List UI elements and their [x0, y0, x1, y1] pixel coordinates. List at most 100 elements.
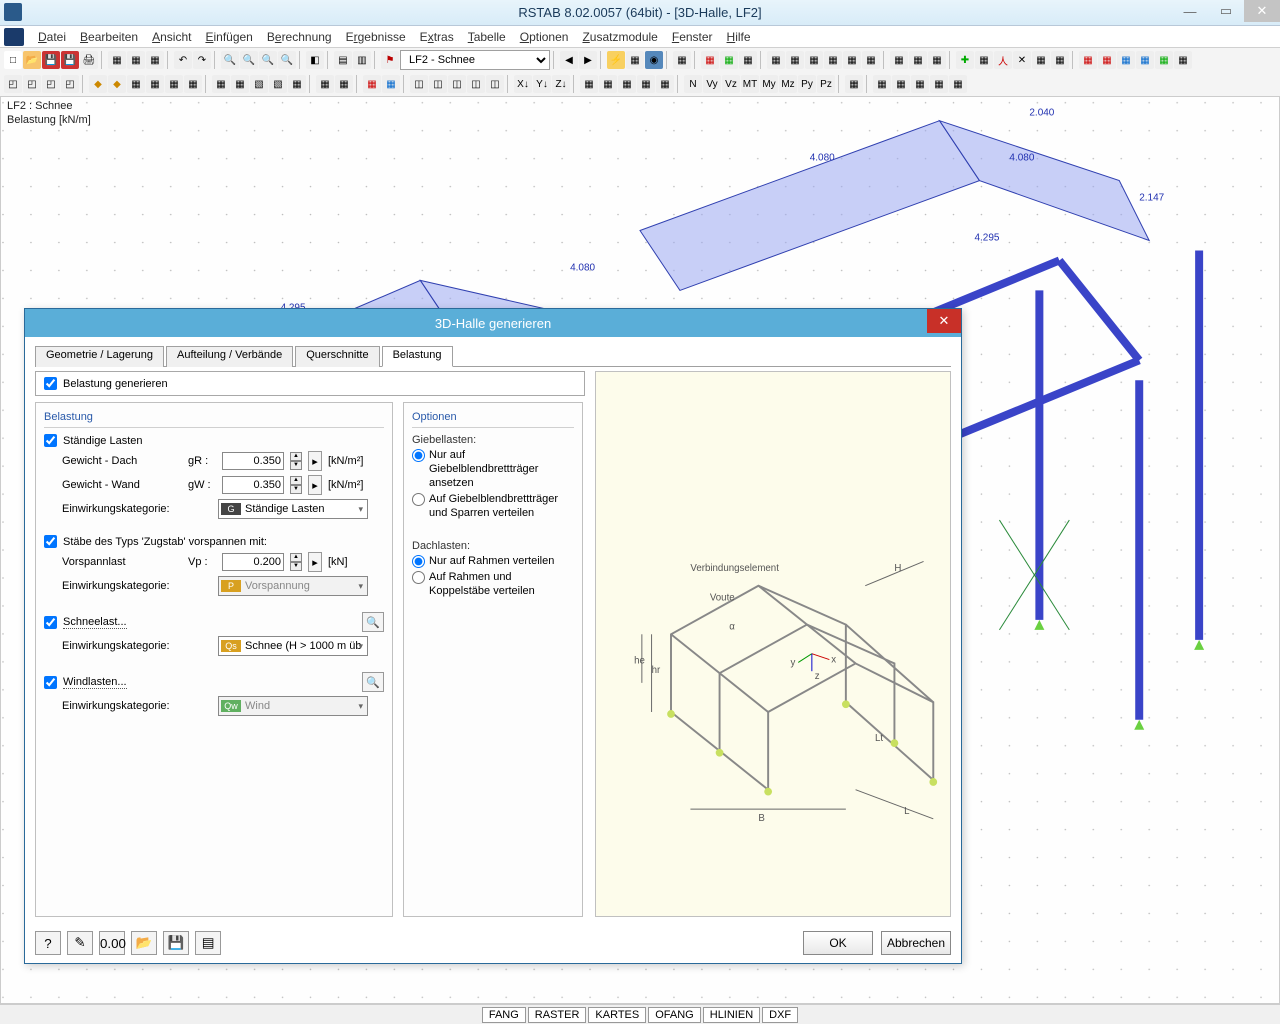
menu-optionen[interactable]: Optionen — [514, 28, 575, 46]
toolbar-calc-icon[interactable]: ▦ — [626, 51, 644, 69]
toolbar-btn[interactable]: ▦ — [618, 75, 636, 93]
toolbar-btn[interactable]: ▦ — [212, 75, 230, 93]
toolbar-force-mz-icon[interactable]: Mz — [779, 75, 797, 93]
tab-belastung[interactable]: Belastung — [382, 346, 453, 367]
menu-einfuegen[interactable]: Einfügen — [199, 28, 258, 46]
toolbar-btn[interactable]: ▦ — [949, 75, 967, 93]
ok-button[interactable]: OK — [803, 931, 873, 955]
snow-category-combo[interactable]: QsSchnee (H > 1000 m üb — [218, 636, 368, 656]
toolbar-btn[interactable]: ▦ — [930, 75, 948, 93]
menu-extras[interactable]: Extras — [414, 28, 460, 46]
toolbar-force-n-icon[interactable]: N — [684, 75, 702, 93]
menu-berechnung[interactable]: Berechnung — [261, 28, 338, 46]
toolbar-btn[interactable]: ▦ — [805, 51, 823, 69]
toolbar-btn[interactable]: ▦ — [127, 51, 145, 69]
permanent-checkbox[interactable] — [44, 434, 57, 447]
toolbar-lc-icon[interactable]: ⚑ — [381, 51, 399, 69]
wall-weight-input[interactable] — [222, 476, 284, 494]
toolbar-btn[interactable]: ▦ — [975, 51, 993, 69]
toolbar-nav-first-icon[interactable]: ◀ — [560, 51, 578, 69]
toolbar-btn[interactable]: ▦ — [656, 75, 674, 93]
toolbar-btn[interactable]: 人 — [994, 51, 1012, 69]
tab-aufteilung[interactable]: Aufteilung / Verbände — [166, 346, 293, 367]
generate-checkbox[interactable] — [44, 377, 57, 390]
toolbar-view-icon[interactable]: ◫ — [448, 75, 466, 93]
close-button[interactable]: ✕ — [1244, 0, 1280, 22]
prestress-category-combo[interactable]: PVorspannung — [218, 576, 368, 596]
perm-category-combo[interactable]: GStändige Lasten — [218, 499, 368, 519]
dach-radio-1[interactable] — [412, 555, 425, 568]
toolbar-btn[interactable]: ▦ — [1174, 51, 1192, 69]
dialog-close-button[interactable]: ✕ — [927, 309, 961, 333]
toolbar-btn[interactable]: ◰ — [61, 75, 79, 93]
menu-zusatzmodule[interactable]: Zusatzmodule — [576, 28, 663, 46]
footer-folder-icon[interactable]: 📂 — [131, 931, 157, 955]
toolbar-btn[interactable]: ▦ — [739, 51, 757, 69]
menu-ansicht[interactable]: Ansicht — [146, 28, 197, 46]
toolbar-save2-icon[interactable]: 💾 — [61, 51, 79, 69]
minimize-button[interactable]: — — [1172, 0, 1208, 22]
toolbar-axis-x-icon[interactable]: X↓ — [514, 75, 532, 93]
toolbar-view-icon[interactable]: ◫ — [410, 75, 428, 93]
prestress-spinner[interactable]: ▲▼ — [290, 553, 302, 571]
menu-fenster[interactable]: Fenster — [666, 28, 719, 46]
toolbar-btn[interactable]: ▦ — [335, 75, 353, 93]
prestress-checkbox[interactable] — [44, 535, 57, 548]
toolbar-force-my-icon[interactable]: My — [760, 75, 778, 93]
toolbar-btn[interactable]: ▦ — [363, 75, 381, 93]
toolbar-btn[interactable]: ▦ — [127, 75, 145, 93]
status-raster[interactable]: RASTER — [528, 1007, 587, 1023]
toolbar-btn[interactable]: ▦ — [231, 75, 249, 93]
toolbar-btn[interactable]: ▦ — [843, 51, 861, 69]
toolbar-btn[interactable]: ▦ — [873, 75, 891, 93]
loadcase-combo[interactable]: LF2 - Schnee — [400, 50, 550, 70]
wind-checkbox[interactable] — [44, 676, 57, 689]
toolbar-save-icon[interactable]: 💾 — [42, 51, 60, 69]
toolbar-btn[interactable]: ▦ — [316, 75, 334, 93]
toolbar-force-pz-icon[interactable]: Pz — [817, 75, 835, 93]
toolbar-btn[interactable]: ▦ — [911, 75, 929, 93]
toolbar-btn[interactable]: ▦ — [1079, 51, 1097, 69]
toolbar-zoom-icon[interactable]: 🔍 — [240, 51, 258, 69]
toolbar-zoom-icon[interactable]: 🔍 — [259, 51, 277, 69]
status-fang[interactable]: FANG — [482, 1007, 526, 1023]
toolbar-zoom-icon[interactable]: 🔍 — [278, 51, 296, 69]
status-ofang[interactable]: OFANG — [648, 1007, 701, 1023]
toolbar-btn[interactable]: ▦ — [720, 51, 738, 69]
toolbar-btn[interactable]: ▦ — [637, 75, 655, 93]
menu-hilfe[interactable]: Hilfe — [721, 28, 757, 46]
prestress-pick-icon[interactable]: ▸ — [308, 552, 322, 572]
toolbar-btn[interactable]: ▦ — [580, 75, 598, 93]
wind-link[interactable]: Windlasten... — [63, 676, 127, 689]
toolbar-btn[interactable]: ◧ — [306, 51, 324, 69]
tab-geometrie[interactable]: Geometrie / Lagerung — [35, 346, 164, 367]
toolbar-force-py-icon[interactable]: Py — [798, 75, 816, 93]
cancel-button[interactable]: Abbrechen — [881, 931, 951, 955]
toolbar-btn[interactable]: ▦ — [1098, 51, 1116, 69]
toolbar-view-icon[interactable]: ◫ — [429, 75, 447, 93]
toolbar-btn[interactable]: ✚ — [956, 51, 974, 69]
toolbar-btn[interactable]: ▦ — [1051, 51, 1069, 69]
toolbar-new-icon[interactable]: □ — [4, 51, 22, 69]
toolbar-btn[interactable]: ▦ — [824, 51, 842, 69]
toolbar-btn[interactable]: ▦ — [599, 75, 617, 93]
toolbar-btn[interactable]: ▦ — [928, 51, 946, 69]
toolbar-btn[interactable]: ▦ — [890, 51, 908, 69]
toolbar-axis-z-icon[interactable]: Z↓ — [552, 75, 570, 93]
toolbar-btn[interactable]: ▦ — [146, 51, 164, 69]
wind-category-combo[interactable]: QwWind — [218, 696, 368, 716]
toolbar-view-icon[interactable]: ◫ — [486, 75, 504, 93]
toolbar-btn[interactable]: ▦ — [146, 75, 164, 93]
toolbar-btn[interactable]: ▦ — [288, 75, 306, 93]
toolbar-print-icon[interactable]: 🖨 — [80, 51, 98, 69]
toolbar-undo-icon[interactable]: ↶ — [174, 51, 192, 69]
toolbar-open-icon[interactable]: 📂 — [23, 51, 41, 69]
footer-calc-icon[interactable]: 0.00 — [99, 931, 125, 955]
roof-weight-input[interactable] — [222, 452, 284, 470]
dach-radio-2[interactable] — [412, 571, 425, 584]
toolbar-btn[interactable]: ✕ — [1013, 51, 1031, 69]
toolbar-btn[interactable]: ◰ — [4, 75, 22, 93]
footer-report-icon[interactable]: ▤ — [195, 931, 221, 955]
snow-details-icon[interactable]: 🔍 — [362, 612, 384, 632]
toolbar-btn[interactable]: ▦ — [1155, 51, 1173, 69]
